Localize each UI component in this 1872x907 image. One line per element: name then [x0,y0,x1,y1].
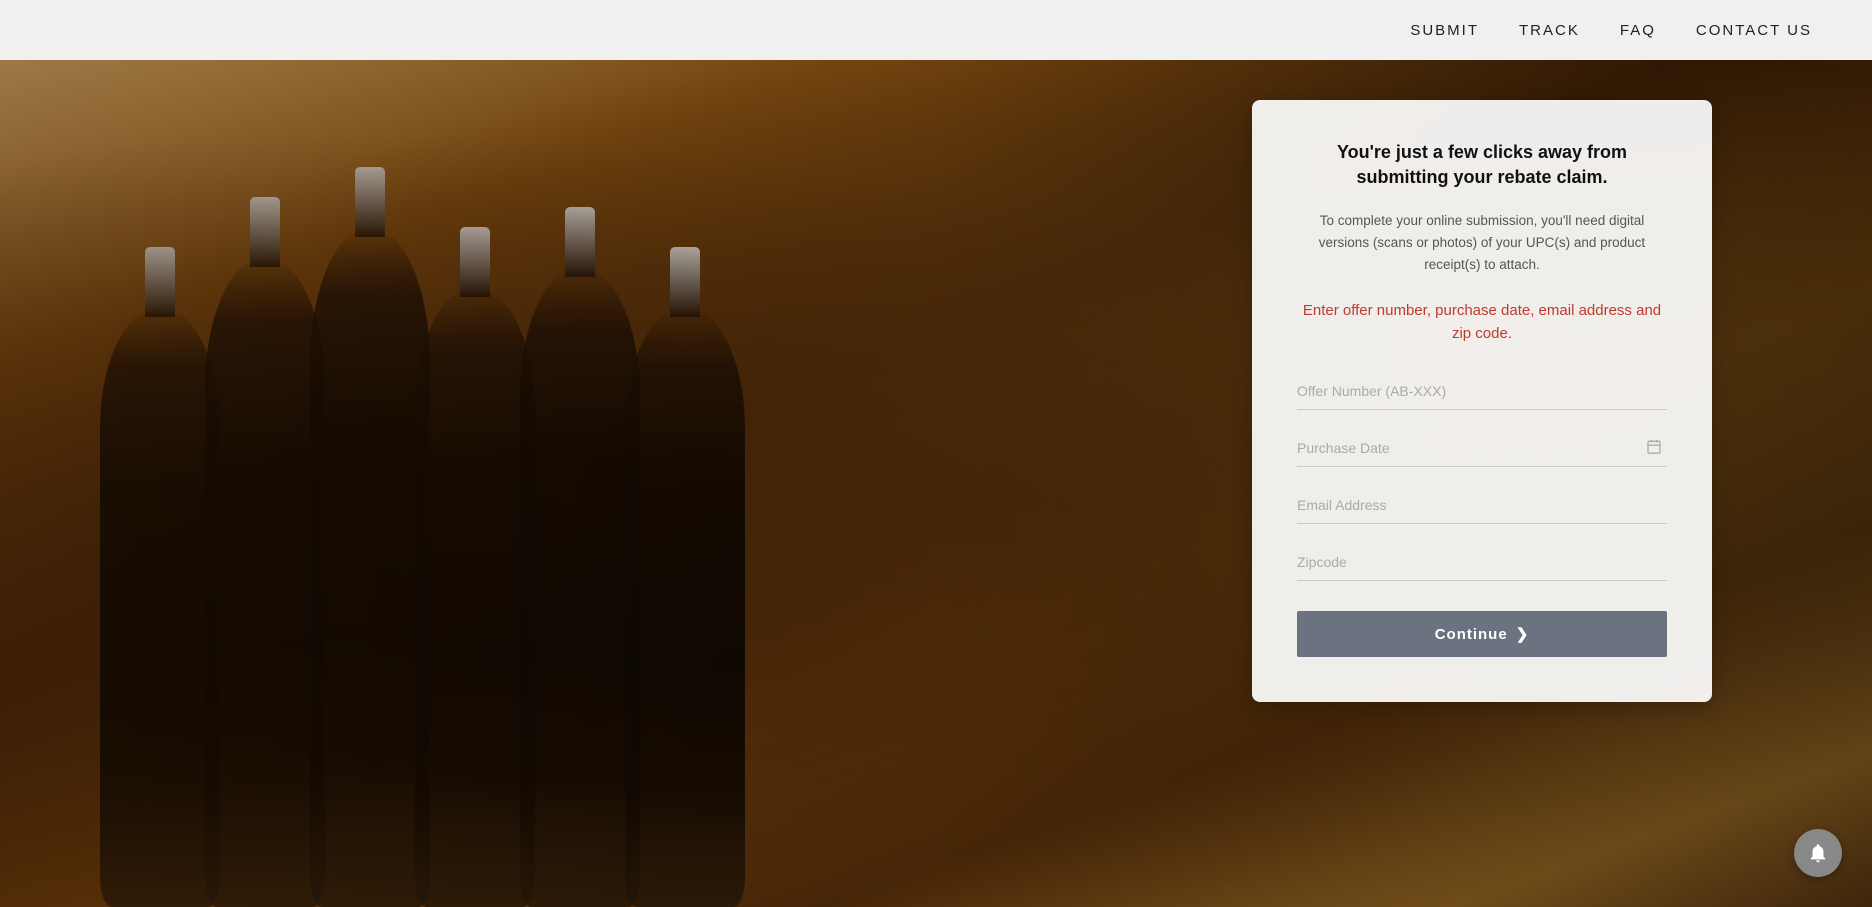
form-card: You're just a few clicks away from submi… [1252,100,1712,702]
zipcode-field [1297,544,1667,581]
notification-button[interactable] [1794,829,1842,877]
nav-faq[interactable]: FAQ [1620,22,1656,39]
hero-section: You're just a few clicks away from submi… [0,60,1872,907]
email-input[interactable] [1297,487,1667,524]
form-instruction: Enter offer number, purchase date, email… [1297,300,1667,345]
offer-number-field [1297,373,1667,410]
continue-arrow: ❯ [1516,626,1530,643]
zipcode-input[interactable] [1297,544,1667,581]
continue-button[interactable]: Continue❯ [1297,611,1667,657]
purchase-date-field [1297,430,1667,467]
nav-submit[interactable]: SUBMIT [1410,22,1479,39]
bell-icon [1807,842,1829,864]
offer-number-input[interactable] [1297,373,1667,410]
site-header: SUBMIT TRACK FAQ CONTACT US [0,0,1872,60]
email-field [1297,487,1667,524]
form-headline: You're just a few clicks away from submi… [1297,140,1667,190]
main-nav: SUBMIT TRACK FAQ CONTACT US [1410,22,1812,39]
nav-track[interactable]: TRACK [1519,22,1580,39]
purchase-date-input[interactable] [1297,430,1667,467]
form-subtitle: To complete your online submission, you'… [1297,210,1667,275]
nav-contact-us[interactable]: CONTACT US [1696,22,1812,39]
